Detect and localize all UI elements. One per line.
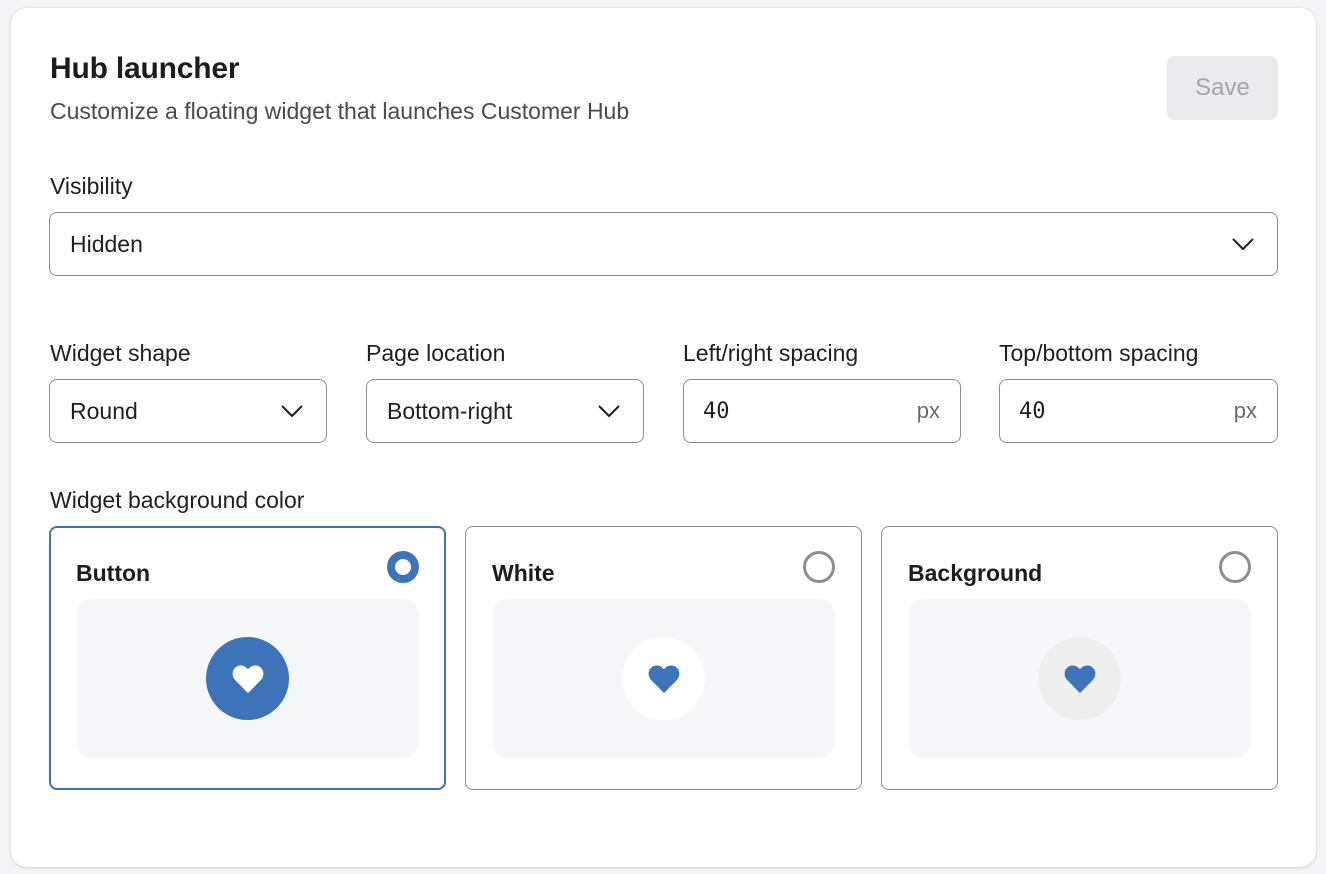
page-subtitle: Customize a floating widget that launche… [50,98,630,124]
widget-preview [76,599,419,758]
chevron-down-icon [280,399,304,423]
widget-shape-select[interactable]: Round [49,379,327,443]
visibility-value: Hidden [70,230,143,257]
option-title: Background [908,560,1043,586]
widget-circle [622,637,705,720]
px-suffix: px [916,398,940,423]
heart-icon [648,665,679,693]
page-location-value: Bottom-right [387,397,513,424]
chevron-down-icon [597,399,621,423]
radio-unselected[interactable] [1219,551,1251,583]
left-right-spacing-value: 40 [703,398,730,424]
option-title: White [492,560,555,586]
widget-circle [206,637,289,720]
chevron-down-icon [1231,232,1255,256]
heart-icon [1064,665,1095,693]
page-location-select[interactable]: Bottom-right [366,379,644,443]
visibility-select[interactable]: Hidden [49,212,1278,276]
radio-selected[interactable] [387,551,419,583]
color-option-background[interactable]: Background [881,526,1278,790]
top-bottom-spacing-value: 40 [1019,398,1046,424]
hub-launcher-card: Hub launcher Customize a floating widget… [11,8,1316,867]
widget-preview [908,599,1251,758]
page-title: Hub launcher [50,52,240,85]
widget-circle [1038,637,1121,720]
top-bottom-spacing-input[interactable]: 40 px [999,379,1278,443]
top-bottom-spacing-label: Top/bottom spacing [999,340,1199,366]
radio-unselected[interactable] [803,551,835,583]
widget-preview [492,599,835,758]
page-location-label: Page location [366,340,506,366]
heart-icon [232,665,263,693]
widget-shape-value: Round [70,397,138,424]
color-option-button[interactable]: Button [49,526,446,790]
option-title: Button [76,560,151,586]
background-color-label: Widget background color [50,487,305,513]
left-right-spacing-label: Left/right spacing [683,340,859,366]
visibility-label: Visibility [50,173,133,199]
px-suffix: px [1233,398,1257,423]
widget-shape-label: Widget shape [50,340,191,366]
save-button[interactable]: Save [1167,56,1278,120]
left-right-spacing-input[interactable]: 40 px [683,379,961,443]
color-option-white[interactable]: White [465,526,862,790]
